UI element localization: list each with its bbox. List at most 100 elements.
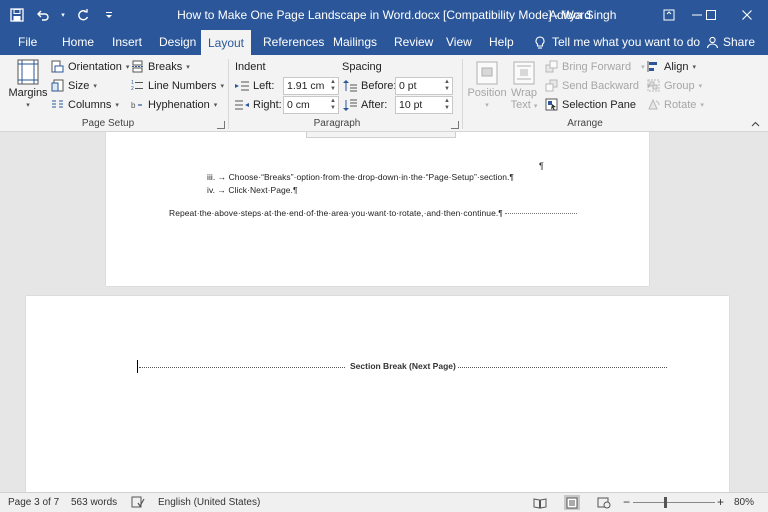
undo-icon[interactable] [34,6,52,24]
wrap-text-button[interactable]: Wrap Text ▾ [510,61,538,111]
indent-left-field[interactable]: 1.91 cm ▲ ▼ [283,77,339,95]
group-dropdown-icon: ▾ [698,82,703,90]
orientation-button[interactable]: Orientation ▾ [51,60,129,73]
align-button[interactable]: Align ▾ [647,60,696,73]
tab-layout[interactable]: Layout [201,30,251,55]
status-bar: Page 3 of 7 563 words English (United St… [0,492,768,512]
group-button[interactable]: Group ▾ [647,79,702,92]
hyphenation-button[interactable]: b Hyphenation ▾ [131,98,217,111]
rotate-label: Rotate [664,98,697,111]
paragraph-text[interactable]: Repeat·the·above·steps·at·the·end·of·the… [169,208,577,218]
columns-dropdown-icon: ▾ [115,101,119,109]
web-layout-icon[interactable] [596,495,612,510]
wrap-text-label-1: Wrap [510,87,538,99]
selection-pane-button[interactable]: Selection Pane [545,98,636,111]
title-bar: ▾ How to Make One Page Landscape in Word… [0,0,768,30]
tab-insert[interactable]: Insert [108,30,146,55]
list-item[interactable]: iii. → Choose·“Breaks”·option·from·the·d… [207,172,514,182]
margins-button[interactable]: Margins ▾ [8,59,48,109]
share-button[interactable]: Share [706,30,755,55]
spacing-after-value: 10 pt [399,99,423,111]
tab-design[interactable]: Design [155,30,200,55]
indent-left-icon [235,81,249,91]
customize-toolbar-icon[interactable] [100,6,118,24]
user-name[interactable]: Aditya Singh [549,8,616,22]
bring-forward-dropdown-icon: ▾ [641,63,645,71]
document-page[interactable] [26,296,729,492]
rotate-icon [648,98,660,110]
document-area[interactable]: ¶ iii. → Choose·“Breaks”·option·from·the… [0,132,768,492]
tab-review[interactable]: Review [390,30,437,55]
tab-mailings[interactable]: Mailings [329,30,381,55]
print-layout-icon[interactable] [564,495,580,510]
spacing-before-label-group: Before: [343,80,396,92]
language[interactable]: English (United States) [158,497,260,508]
read-mode-icon[interactable] [532,495,548,510]
redo-icon[interactable] [74,6,92,24]
spacing-before-spinner-icon[interactable]: ▲ ▼ [444,79,450,93]
word-count[interactable]: 563 words [71,497,117,508]
document-page[interactable]: ¶ iii. → Choose·“Breaks”·option·from·the… [106,132,649,286]
tab-references[interactable]: References [259,30,328,55]
size-button[interactable]: Size ▾ [51,79,97,92]
svg-text:2: 2 [131,86,134,92]
margins-label: Margins [8,87,48,99]
line-numbers-dropdown-icon: ▾ [220,82,224,90]
paragraph-dialog-launcher-icon[interactable] [451,121,459,129]
rotate-button[interactable]: Rotate ▾ [647,98,704,111]
spacing-label: Spacing [342,61,382,73]
position-button[interactable]: Position ▾ [467,61,507,109]
page-setup-dialog-launcher-icon[interactable] [217,121,225,129]
indent-right-spinner-icon[interactable]: ▲ ▼ [330,98,336,112]
page-setup-group-label: Page Setup [81,118,135,129]
spacing-after-label-group: After: [343,99,387,111]
tell-me-search[interactable]: Tell me what you want to do [534,30,700,55]
hyphenation-icon: b [131,101,142,110]
zoom-slider[interactable] [633,502,715,503]
undo-dropdown-icon[interactable]: ▾ [60,6,66,24]
indent-right-field[interactable]: 0 cm ▲ ▼ [283,96,339,114]
zoom-out-icon[interactable]: − [623,495,630,509]
text-cursor [137,360,138,373]
spacing-before-label: Before: [361,80,397,92]
spacing-after-field[interactable]: 10 pt ▲ ▼ [395,96,453,114]
columns-button[interactable]: Columns ▾ [51,98,119,111]
send-backward-button[interactable]: Send Backward ▾ [545,79,651,92]
line-numbers-label: Line Numbers [148,79,217,92]
svg-text:b: b [131,101,136,110]
spacing-after-spinner-icon[interactable]: ▲ ▼ [444,98,450,112]
send-backward-label: Send Backward [562,79,640,92]
wrap-text-label-2: Text ▾ [511,99,538,111]
section-break-line [139,367,345,368]
proofing-icon[interactable] [131,496,145,511]
indent-left-spinner-icon[interactable]: ▲ ▼ [330,79,336,93]
list-item[interactable]: iv. → Click·Next·Page.¶ [207,185,298,195]
group-label: Group [664,79,695,92]
paragraph-group-label: Paragraph [313,118,361,129]
tab-home[interactable]: Home [58,30,98,55]
tab-help[interactable]: Help [485,30,518,55]
zoom-slider-thumb[interactable] [663,497,667,508]
breaks-button[interactable]: Breaks ▾ [131,60,190,73]
zoom-level[interactable]: 80% [734,497,754,508]
spacing-before-field[interactable]: 0 pt ▲ ▼ [395,77,453,95]
align-label: Align [664,60,689,73]
close-icon[interactable] [730,0,764,30]
align-icon [647,61,657,72]
collapse-ribbon-icon[interactable] [751,119,760,129]
zoom-in-icon[interactable]: + [717,495,724,509]
paragraph-mark: ¶ [539,161,544,171]
bring-forward-icon [545,60,558,73]
section-break-marker [504,213,577,215]
tab-view[interactable]: View [442,30,476,55]
maximize-icon[interactable] [694,0,728,30]
bring-forward-button[interactable]: Bring Forward ▾ [545,60,645,73]
breaks-dropdown-icon: ▾ [186,63,190,71]
ribbon-tabs: File Home Insert Design Layout Reference… [0,30,768,55]
tab-file[interactable]: File [14,30,41,55]
spacing-before-icon [343,80,357,92]
line-numbers-button[interactable]: 12 Line Numbers ▾ [131,79,224,93]
arrange-group-label: Arrange [567,118,603,129]
page-count[interactable]: Page 3 of 7 [8,497,59,508]
save-icon[interactable] [8,6,26,24]
